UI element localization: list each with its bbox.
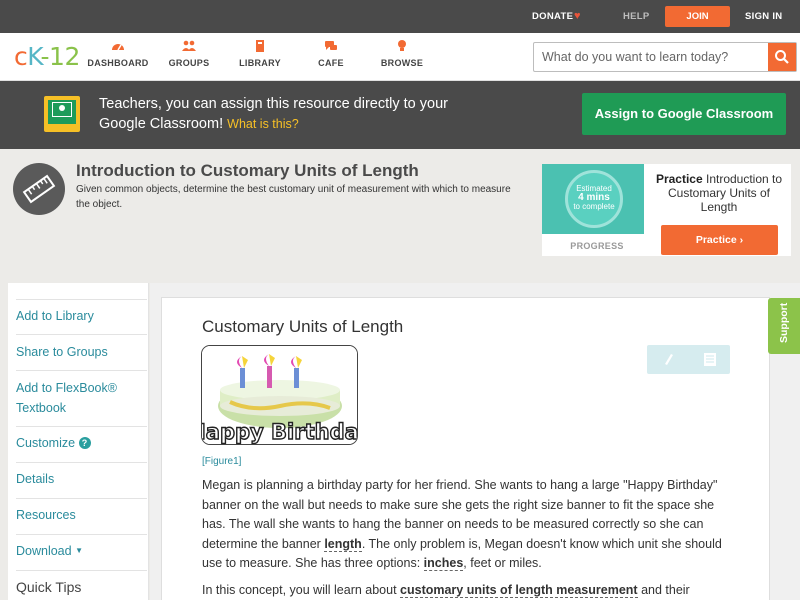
resources-link[interactable]: Resources <box>16 505 139 525</box>
vocab-term-customary-units[interactable]: customary units of length measurement <box>400 583 638 598</box>
help-icon[interactable]: ? <box>78 437 91 449</box>
search-bar <box>533 42 797 72</box>
add-to-library-link[interactable]: Add to Library <box>16 306 139 326</box>
concept-title: Introduction to Customary Units of Lengt… <box>76 161 419 180</box>
vocab-term-length[interactable]: length <box>324 536 362 552</box>
progress-indicator: Estimated 4 mins to complete <box>565 170 623 228</box>
support-tab[interactable]: Support <box>768 298 800 354</box>
search-input[interactable] <box>534 43 768 71</box>
assign-to-google-classroom-button[interactable]: Assign to Google Classroom <box>582 93 786 135</box>
pencil-icon <box>665 354 673 365</box>
nav-browse[interactable]: BROWSE <box>367 39 437 68</box>
join-button[interactable]: JOIN <box>665 6 730 27</box>
what-is-this-link[interactable]: What is this? <box>227 117 299 131</box>
figure-link[interactable]: [Figure1] <box>202 456 241 467</box>
practice-card: Estimated 4 mins to complete PROGRESS Pr… <box>542 164 791 256</box>
top-bar: DONATE ♥ HELP JOIN SIGN IN <box>0 0 800 33</box>
notes-icon <box>704 353 716 366</box>
nav-library[interactable]: LIBRARY <box>225 39 295 68</box>
concept-description: Given common objects, determine the best… <box>76 184 511 210</box>
share-to-groups-link[interactable]: Share to Groups <box>16 342 139 362</box>
sign-in-link[interactable]: SIGN IN <box>745 11 782 22</box>
progress-area: Estimated 4 mins to complete PROGRESS <box>542 164 644 256</box>
search-button[interactable] <box>768 43 796 71</box>
practice-title: Practice Introduction to Customary Units… <box>655 172 783 214</box>
banner-message: Teachers, you can assign this resource d… <box>99 96 448 132</box>
progress-label: PROGRESS <box>570 241 624 251</box>
left-sidebar: Add to Library Share to Groups Add to Fl… <box>8 283 149 600</box>
donate-link[interactable]: DONATE <box>532 11 573 22</box>
google-classroom-icon <box>44 96 80 132</box>
teacher-banner: Teachers, you can assign this resource d… <box>0 81 800 149</box>
annotate-button[interactable] <box>647 345 688 374</box>
caret-down-icon: ▼ <box>75 546 83 555</box>
quick-tips-heading: Quick Tips <box>16 579 82 595</box>
nav-cafe[interactable]: CAFE <box>296 39 366 68</box>
ruler-icon <box>13 163 65 215</box>
search-icon <box>775 50 789 64</box>
speedometer-icon <box>112 44 124 51</box>
add-to-flexbook-link[interactable]: Add to FlexBook® Textbook <box>16 378 139 418</box>
practice-button[interactable]: Practice › <box>661 225 778 255</box>
lightbulb-icon <box>398 40 406 51</box>
book-icon <box>256 40 264 52</box>
cake-caption: Happy Birthday <box>202 420 358 444</box>
help-link[interactable]: HELP <box>623 11 650 22</box>
customize-link[interactable]: Customize ? <box>16 433 139 453</box>
birthday-cake-image: Happy Birthday <box>201 345 358 445</box>
content-tools <box>647 345 730 374</box>
nav-dashboard[interactable]: DASHBOARD <box>83 39 153 68</box>
content-title: Customary Units of Length <box>202 317 404 336</box>
nav-groups[interactable]: GROUPS <box>154 39 224 68</box>
chevron-right-icon: › <box>739 234 744 246</box>
heart-icon: ♥ <box>574 10 581 22</box>
chat-icon <box>325 41 337 50</box>
concept-paragraph: In this concept, you will learn about cu… <box>202 583 690 598</box>
ck12-logo[interactable]: cK-12 <box>14 42 80 71</box>
main-nav: cK-12 DASHBOARD GROUPS LIBRARY CAFE BROW… <box>0 33 800 81</box>
details-link[interactable]: Details <box>16 469 139 489</box>
vocab-term-inches[interactable]: inches <box>423 556 464 572</box>
intro-paragraph: Megan is planning a birthday party for h… <box>202 478 722 572</box>
download-link[interactable]: Download ▼ <box>16 541 139 561</box>
people-icon <box>182 40 196 51</box>
notes-button[interactable] <box>689 345 730 374</box>
